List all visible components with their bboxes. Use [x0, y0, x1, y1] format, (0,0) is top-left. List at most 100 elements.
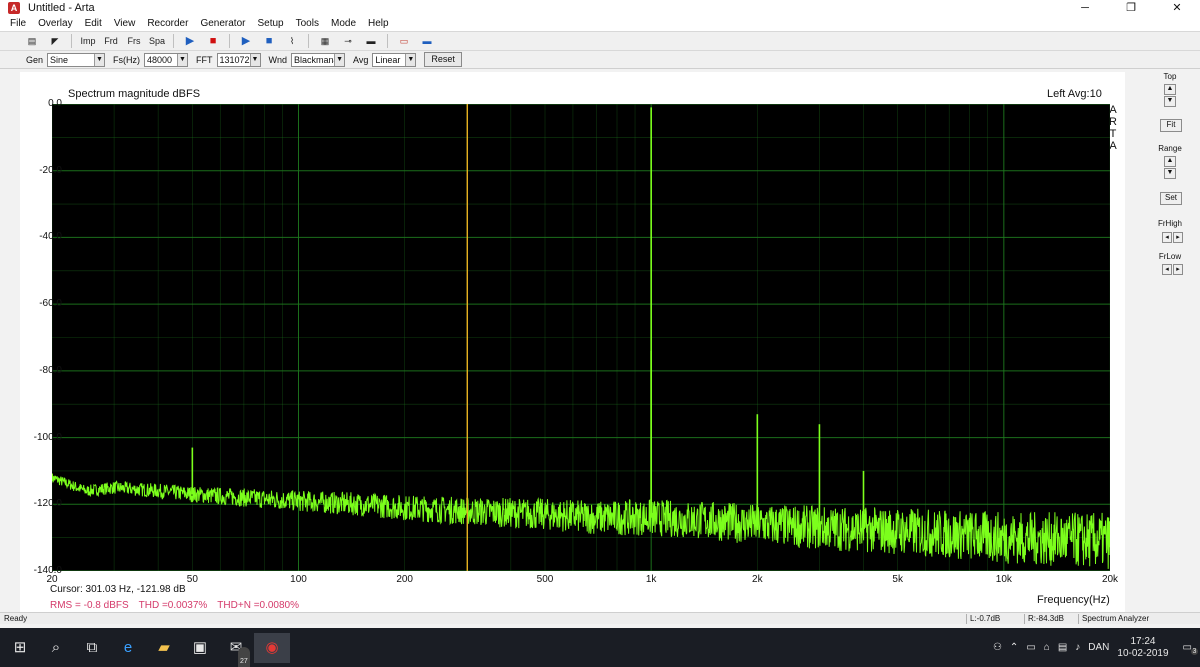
- arta-app-icon: A: [8, 2, 20, 14]
- fft-size-select[interactable]: 131072 ▼: [216, 52, 261, 67]
- play-generator-icon[interactable]: ▶: [236, 33, 256, 49]
- task-view-icon[interactable]: ⧉: [74, 633, 110, 663]
- measurement-readout: RMS = -0.8 dBFS THD =0.0037% THD+N =0.00…: [50, 600, 299, 611]
- plot-title: Spectrum magnitude dBFS: [68, 88, 201, 100]
- x-tick-label: 1k: [645, 574, 657, 585]
- top-label: Top: [1163, 72, 1177, 81]
- fit-button[interactable]: Fit: [1160, 119, 1182, 132]
- menu-help[interactable]: Help: [362, 18, 395, 29]
- record-stop-icon[interactable]: ■: [203, 33, 223, 49]
- menu-tools[interactable]: Tools: [290, 18, 325, 29]
- stop-generator-icon[interactable]: ■: [259, 33, 279, 49]
- chevron-down-icon: ▼: [177, 53, 188, 66]
- maximize-button[interactable]: ❐: [1108, 0, 1154, 16]
- avg-label: Avg: [353, 54, 369, 65]
- chevron-up-icon[interactable]: ⌃: [1010, 642, 1018, 653]
- mail-icon[interactable]: ✉ 27: [218, 633, 254, 667]
- y-tick-label: 0.0: [48, 98, 62, 109]
- samplerate-select[interactable]: 48000 ▼: [144, 52, 189, 67]
- frlow-label: FrLow: [1158, 252, 1182, 261]
- spectrum-trace: [52, 473, 1110, 569]
- toolbar-divider: [71, 34, 72, 48]
- main-toolbar: ▤ ◤ Imp Frd Frs Spa ▶ ■ ▶ ■ ⌇ ▦ ⊸ ▬ ▭ ▬: [0, 31, 1200, 51]
- generator-select[interactable]: Sine ▼: [47, 52, 106, 67]
- menu-mode[interactable]: Mode: [325, 18, 362, 29]
- file-explorer-icon[interactable]: ▰: [146, 633, 182, 663]
- menu-recorder[interactable]: Recorder: [141, 18, 194, 29]
- minimize-button[interactable]: ─: [1062, 0, 1108, 16]
- arta-taskbar-icon[interactable]: ◉: [254, 632, 290, 663]
- store-icon[interactable]: ▣: [182, 633, 218, 663]
- spa-mode-button[interactable]: Spa: [147, 33, 167, 49]
- frhigh-right-button[interactable]: ▸: [1173, 232, 1183, 243]
- impulse-mode-button[interactable]: Imp: [78, 33, 98, 49]
- pointer-icon[interactable]: ◤: [45, 33, 65, 49]
- chevron-down-icon: ▼: [405, 53, 416, 66]
- menu-view[interactable]: View: [108, 18, 142, 29]
- menu-setup[interactable]: Setup: [251, 18, 289, 29]
- language-indicator[interactable]: DAN: [1088, 642, 1109, 653]
- generator-value: Sine: [50, 54, 69, 65]
- battery-icon[interactable]: ▭: [1026, 642, 1035, 653]
- people-icon[interactable]: ⚇: [993, 642, 1002, 653]
- search-icon[interactable]: ⌕: [38, 633, 74, 663]
- cursor-readout: Cursor: 301.03 Hz, -121.98 dB: [50, 584, 186, 595]
- reset-button[interactable]: Reset: [424, 52, 462, 67]
- top-down-button[interactable]: ▼: [1164, 96, 1176, 107]
- grid-icon[interactable]: ▦: [315, 33, 335, 49]
- frlow-left-button[interactable]: ◂: [1162, 264, 1172, 275]
- network-icon[interactable]: ⌂: [1044, 642, 1050, 653]
- x-tick-label: 100: [290, 574, 307, 585]
- rms-value: RMS = -0.8 dBFS: [50, 600, 129, 611]
- toolbar-divider: [387, 34, 389, 48]
- samplerate-value: 48000: [147, 54, 173, 65]
- menu-file[interactable]: File: [4, 18, 32, 29]
- keyboard-icon[interactable]: ▤: [1058, 642, 1067, 653]
- volume-icon[interactable]: ♪: [1075, 642, 1080, 653]
- window-label: Wnd: [268, 54, 288, 65]
- x-tick-label: 10k: [995, 574, 1012, 585]
- open-icon[interactable]: ▤: [22, 33, 42, 49]
- menu-bar: File Overlay Edit View Recorder Generato…: [0, 16, 1200, 31]
- monitor-icon[interactable]: ▬: [417, 33, 437, 49]
- frhigh-left-button[interactable]: ◂: [1162, 232, 1172, 243]
- title-bar: A Untitled - Arta ─ ❐ ✕: [0, 0, 1200, 16]
- window-select[interactable]: Blackman4 ▼: [291, 52, 346, 67]
- fft-size-value: 131072: [219, 54, 250, 65]
- spectrum-plot[interactable]: [52, 104, 1110, 571]
- scope-icon[interactable]: ⌇: [282, 33, 302, 49]
- frlow-right-button[interactable]: ▸: [1173, 264, 1183, 275]
- edge-browser-icon[interactable]: e: [110, 633, 146, 663]
- windows-start-icon[interactable]: ⊞: [2, 633, 38, 663]
- y-tick-label: -120.0: [33, 498, 62, 510]
- meter-icon[interactable]: ▭: [394, 33, 414, 49]
- averaging-select[interactable]: Linear ▼: [372, 52, 417, 67]
- y-tick-label: -40.0: [39, 231, 62, 243]
- menu-edit[interactable]: Edit: [79, 18, 108, 29]
- x-tick-label: 50: [186, 574, 198, 585]
- set-button[interactable]: Set: [1160, 192, 1182, 205]
- cable-icon[interactable]: ⊸: [338, 33, 358, 49]
- clock[interactable]: 17:24 10-02-2019: [1117, 636, 1168, 660]
- ready-status: Ready: [4, 614, 28, 623]
- toolbar-divider: [173, 34, 175, 48]
- device-icon[interactable]: ▬: [361, 33, 381, 49]
- y-tick-label: -20.0: [39, 164, 62, 176]
- play-icon[interactable]: ▶: [180, 33, 200, 49]
- clock-date: 10-02-2019: [1117, 647, 1169, 659]
- notification-icon[interactable]: ▭ 3: [1183, 642, 1199, 655]
- close-button[interactable]: ✕: [1154, 0, 1200, 16]
- fft-label: FFT: [196, 54, 213, 65]
- mode-status: Spectrum Analyzer: [1078, 614, 1188, 624]
- frhigh-label: FrHigh: [1157, 219, 1182, 228]
- notification-badge: 3: [1190, 648, 1199, 655]
- range-up-button[interactable]: ▲: [1164, 156, 1176, 167]
- top-up-button[interactable]: ▲: [1164, 84, 1176, 95]
- frs-mode-button[interactable]: Frs: [124, 33, 144, 49]
- range-down-button[interactable]: ▼: [1164, 168, 1176, 179]
- frd-mode-button[interactable]: Frd: [101, 33, 121, 49]
- toolbar-divider: [308, 34, 310, 48]
- system-tray: ⚇ ⌃ ▭ ⌂ ▤ ♪ DAN 17:24 10-02-2019 ▭ 3: [993, 628, 1199, 667]
- menu-generator[interactable]: Generator: [194, 18, 251, 29]
- menu-overlay[interactable]: Overlay: [32, 18, 78, 29]
